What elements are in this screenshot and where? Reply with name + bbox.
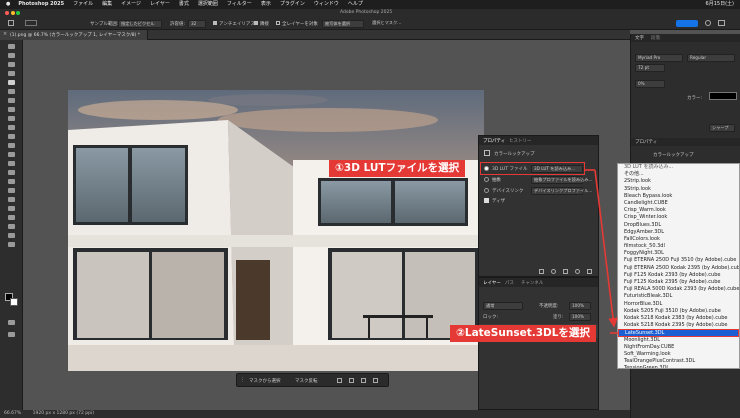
arrow-line	[594, 169, 618, 328]
annotation-arrows	[585, 169, 618, 334]
